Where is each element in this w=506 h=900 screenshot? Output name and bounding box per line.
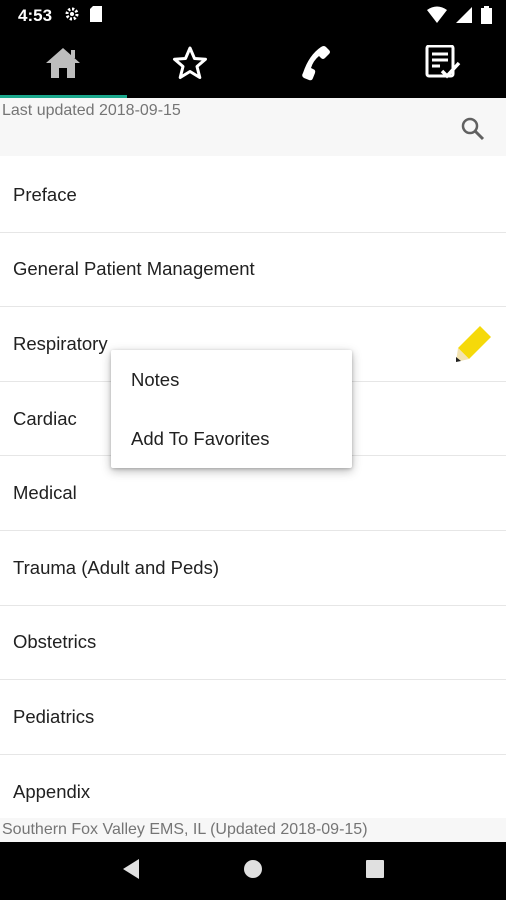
list-item-obstetrics[interactable]: Obstetrics [0,606,506,681]
list-item-label: Preface [13,183,77,205]
list-item-label: Pediatrics [13,705,95,727]
circle-home-icon [242,858,264,885]
list-item-general-patient-management[interactable]: General Patient Management [0,233,506,308]
home-nav-button[interactable] [235,853,271,889]
phone-icon [297,45,335,86]
status-bar: 4:53 [0,0,506,32]
protocol-list: Preface General Patient Management Respi… [0,158,506,830]
list-item-label: Cardiac [13,407,77,429]
status-time: 4:53 [18,6,53,25]
search-icon [460,117,486,146]
wifi-icon [427,6,447,29]
back-button[interactable] [113,853,149,889]
sd-card-icon [90,5,103,27]
tab-favorites[interactable] [127,32,254,98]
list-item-label: General Patient Management [13,258,255,280]
checklist-icon [425,44,461,86]
square-recents-icon [365,859,385,884]
footer-label: Southern Fox Valley EMS, IL (Updated 201… [0,818,506,842]
battery-icon [481,6,492,29]
header: Last updated 2018-09-15 [0,98,506,156]
gear-icon [64,6,80,27]
tab-checklist[interactable] [380,32,506,98]
cell-signal-icon [455,6,473,29]
list-item-label: Obstetrics [13,631,97,653]
tab-home[interactable] [0,32,127,98]
context-menu: Notes Add To Favorites [111,350,352,468]
pencil-icon[interactable] [454,323,494,368]
menu-item-notes[interactable]: Notes [111,350,352,409]
list-item-label: Appendix [13,780,91,802]
list-item-pediatrics[interactable]: Pediatrics [0,680,506,755]
list-item-label: Medical [13,482,77,504]
recents-button[interactable] [357,853,393,889]
star-icon [172,46,208,85]
menu-item-add-to-favorites[interactable]: Add To Favorites [111,409,352,468]
tab-contacts[interactable] [253,32,380,98]
system-nav-bar [0,842,506,900]
list-item-label: Trauma (Adult and Peds) [13,556,219,578]
home-icon [45,47,81,84]
tab-bar [0,32,506,98]
last-updated-label: Last updated 2018-09-15 [2,102,181,119]
list-item-trauma[interactable]: Trauma (Adult and Peds) [0,531,506,606]
list-item-preface[interactable]: Preface [0,158,506,233]
search-button[interactable] [460,116,486,142]
list-item-label: Respiratory [13,332,108,354]
back-icon [121,858,141,885]
